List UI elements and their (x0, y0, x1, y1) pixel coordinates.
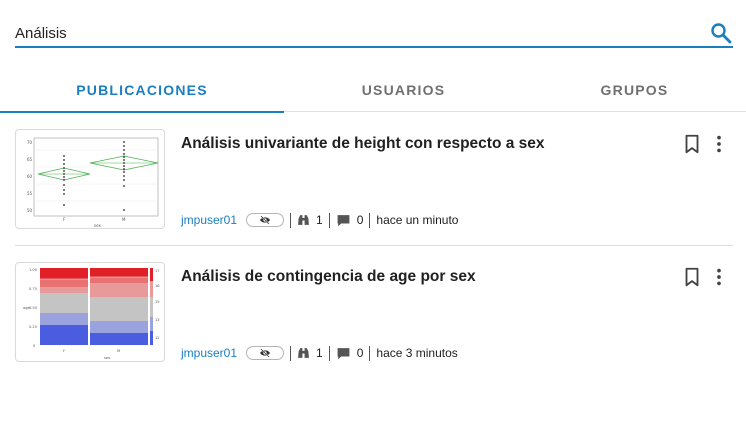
svg-text:age: age (23, 306, 30, 310)
svg-text:13: 13 (155, 318, 160, 322)
post-title[interactable]: Análisis univariante de height con respe… (181, 135, 545, 153)
tab-grupos[interactable]: GRUPOS (523, 68, 746, 112)
tab-publicaciones[interactable]: PUBLICACIONES (0, 68, 284, 113)
svg-text:50: 50 (27, 208, 33, 213)
svg-text:60: 60 (27, 174, 33, 179)
comments-count: 0 (356, 346, 364, 360)
svg-text:F: F (63, 349, 65, 353)
svg-text:M: M (122, 217, 126, 222)
binoculars-icon[interactable] (297, 214, 310, 226)
author-link[interactable]: jmpuser01 (181, 346, 237, 360)
svg-text:55: 55 (27, 191, 33, 196)
visibility-toggle[interactable] (246, 346, 285, 360)
post-meta: jmpuser01 1 0 hace 3 minutos (181, 344, 458, 362)
tab-bar: PUBLICACIONES USUARIOS GRUPOS (0, 68, 746, 113)
svg-text:12: 12 (155, 336, 160, 340)
svg-text:F: F (63, 217, 66, 222)
svg-text:0: 0 (33, 344, 36, 348)
post-time: hace 3 minutos (376, 346, 458, 360)
separator (369, 212, 371, 228)
mosaic-chart-thumbnail: 1.00 0.75 0.50 0.25 0 F M age sex 17 16 15 13 12 (23, 268, 160, 360)
eye-off-icon (260, 348, 271, 358)
author-link[interactable]: jmpuser01 (181, 213, 237, 227)
svg-text:M: M (117, 349, 120, 353)
svg-text:sex: sex (104, 356, 111, 360)
separator (328, 212, 330, 228)
post-thumbnail[interactable]: 70 65 60 55 50 F M sex (15, 129, 165, 229)
svg-text:65: 65 (27, 157, 33, 162)
univariate-chart-thumbnail: 70 65 60 55 50 F M sex (27, 137, 159, 228)
eye-off-icon (260, 215, 271, 225)
svg-text:0.75: 0.75 (29, 287, 37, 291)
comments-count: 0 (356, 213, 364, 227)
post-card: 70 65 60 55 50 F M sex Análisis univariante … (15, 129, 733, 229)
post-meta: jmpuser01 1 0 hace un minuto (181, 211, 458, 229)
separator (369, 345, 371, 361)
comment-icon[interactable] (336, 214, 351, 227)
svg-text:15: 15 (155, 300, 160, 304)
svg-text:0.50: 0.50 (29, 306, 38, 310)
svg-text:70: 70 (27, 140, 33, 145)
search-bar (15, 18, 733, 48)
bookmark-icon[interactable] (681, 266, 703, 288)
separator (290, 212, 292, 228)
separator (290, 345, 292, 361)
visibility-toggle[interactable] (246, 213, 285, 227)
more-options-icon[interactable] (708, 133, 730, 155)
bookmark-icon[interactable] (681, 133, 703, 155)
post-time: hace un minuto (376, 213, 459, 227)
post-title[interactable]: Análisis de contingencia de age por sex (181, 268, 476, 286)
search-input[interactable] (15, 22, 695, 44)
svg-text:16: 16 (155, 284, 160, 288)
comment-icon[interactable] (336, 347, 351, 360)
more-options-icon[interactable] (708, 266, 730, 288)
separator (328, 345, 330, 361)
svg-text:0.25: 0.25 (29, 325, 37, 329)
binoculars-icon[interactable] (297, 347, 310, 359)
svg-text:1.00: 1.00 (29, 268, 38, 272)
tab-usuarios[interactable]: USUARIOS (284, 68, 523, 112)
search-icon[interactable] (709, 21, 733, 45)
post-card: 1.00 0.75 0.50 0.25 0 F M age sex 17 16 15 13 12… (15, 262, 733, 362)
svg-text:17: 17 (155, 269, 160, 273)
likes-count: 1 (316, 213, 323, 227)
likes-count: 1 (316, 346, 323, 360)
svg-text:sex: sex (94, 223, 101, 228)
post-thumbnail[interactable]: 1.00 0.75 0.50 0.25 0 F M age sex 17 16 15 13 12 (15, 262, 165, 362)
divider (15, 245, 733, 246)
